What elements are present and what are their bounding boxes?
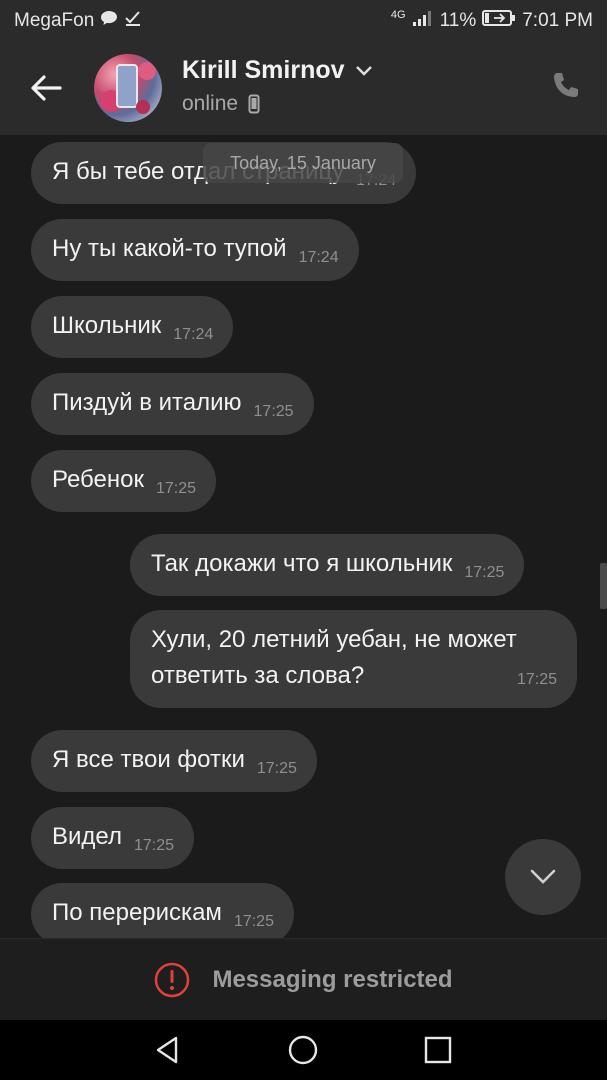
chat-header: Kirill Smirnov online	[0, 42, 607, 135]
mobile-device-icon	[248, 94, 260, 114]
nav-back-button[interactable]	[152, 1034, 184, 1066]
message-time: 17:25	[516, 671, 557, 688]
chat-notification-icon	[100, 10, 118, 32]
contact-status: online	[182, 92, 239, 115]
chevron-down-icon	[355, 65, 372, 76]
status-left: MegaFon	[14, 9, 142, 33]
message-time: 17:24	[173, 326, 214, 343]
message-bubble-incoming[interactable]: Школьник 17:24	[31, 296, 234, 358]
avatar-flower	[136, 100, 150, 114]
restricted-label: Messaging restricted	[212, 965, 453, 993]
message-bubble-incoming[interactable]: Я все твои фотки 17:25	[31, 730, 317, 792]
message-time: 17:24	[298, 249, 339, 266]
message-text-line: Хули, 20 летний уебан, не может	[151, 626, 517, 653]
status-bar: MegaFon 4G 11% 7:01 PM	[0, 0, 607, 42]
warning-icon	[155, 962, 190, 997]
contact-status-row: online	[182, 92, 260, 116]
carrier-label: MegaFon	[14, 10, 95, 31]
download-done-icon	[124, 9, 142, 33]
message-text: Я все твои фотки	[52, 746, 245, 773]
nav-home-button[interactable]	[287, 1034, 319, 1066]
network-type-label: 4G	[390, 9, 406, 21]
avatar[interactable]	[94, 54, 162, 122]
nav-recents-button[interactable]	[422, 1034, 454, 1066]
message-text: Так докажи что я школьник	[151, 550, 453, 577]
circle-home-icon	[288, 1035, 318, 1065]
message-time: 17:25	[253, 403, 294, 420]
message-bubble-incoming[interactable]: По перерискам 17:25	[31, 883, 294, 938]
square-recents-icon	[424, 1036, 452, 1064]
battery-percent: 11%	[439, 10, 477, 31]
message-bubble-incoming[interactable]: Пиздуй в италию 17:25	[31, 373, 314, 435]
contact-name-row[interactable]: Kirill Smirnov	[182, 56, 373, 85]
triangle-back-icon	[156, 1036, 178, 1064]
message-time: 17:25	[133, 837, 175, 854]
message-text: По перерискам	[52, 899, 222, 926]
message-bubble-outgoing[interactable]: Хули, 20 летний уебан, не может ответить…	[130, 610, 577, 708]
back-button[interactable]	[26, 68, 66, 108]
arrow-left-icon	[31, 75, 62, 101]
message-text: Видел	[52, 823, 122, 850]
message-bubble-incoming[interactable]: Ребенок 17:25	[31, 450, 217, 512]
date-separator: Today, 15 January	[203, 143, 403, 183]
scrollbar-thumb[interactable]	[600, 563, 607, 609]
message-list[interactable]: Я бы тебе отдал страницу17:24 Today, 15 …	[0, 135, 607, 938]
phone-icon	[554, 73, 578, 97]
signal-icon	[412, 9, 434, 33]
message-text: Ну ты какой-то тупой	[52, 235, 287, 262]
system-nav-bar	[0, 1020, 607, 1080]
scroll-to-bottom-button[interactable]	[505, 839, 581, 915]
clock-label: 7:01 PM	[522, 10, 593, 31]
message-bubble-incoming[interactable]: Ну ты какой-то тупой 17:24	[31, 219, 359, 281]
avatar-phone-image	[116, 64, 138, 108]
message-text: Ребенок	[52, 466, 144, 493]
message-time: 17:25	[256, 760, 297, 777]
battery-charging-icon	[482, 9, 516, 33]
message-time: 17:25	[233, 913, 274, 930]
chevron-down-icon	[530, 869, 556, 884]
contact-name: Kirill Smirnov	[182, 56, 345, 84]
message-bubble-outgoing[interactable]: Так докажи что я школьник 17:25	[130, 534, 525, 596]
message-text: Школьник	[52, 312, 162, 339]
avatar-flower	[138, 62, 156, 80]
call-button[interactable]	[550, 70, 586, 106]
message-time: 17:25	[155, 480, 197, 497]
message-time: 17:25	[464, 564, 505, 581]
message-text: Пиздуй в италию	[52, 389, 242, 416]
message-text-line: ответить за слова?	[151, 662, 365, 689]
messaging-restricted-bar: Messaging restricted	[0, 938, 607, 1020]
status-right: 4G 11% 7:01 PM	[391, 9, 593, 33]
message-bubble-incoming[interactable]: Видел 17:25	[31, 807, 195, 869]
